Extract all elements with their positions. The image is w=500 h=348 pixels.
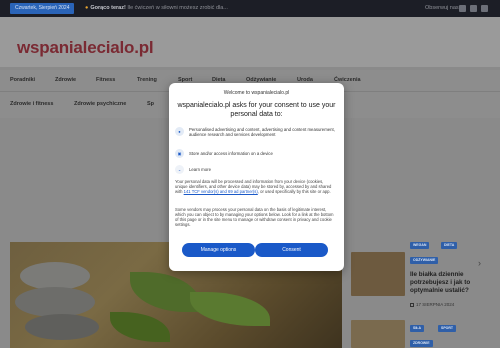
leaf-shape <box>110 312 170 342</box>
stone-shape <box>20 262 90 290</box>
article-title[interactable]: Ile białka dziennie potrzebujesz i jak t… <box>410 271 490 295</box>
tag-odzywianie[interactable]: ODŻYWIANIE <box>410 257 439 264</box>
consent-button[interactable]: Consent <box>255 243 328 257</box>
tag-sport[interactable]: SPORT <box>438 325 457 332</box>
consent-site-name: Welcome to wspanialecialo.pl <box>223 90 290 96</box>
para-text: , or used specifically by this site or a… <box>257 189 331 194</box>
consent-paragraph: Your personal data will be processed and… <box>175 179 337 194</box>
site-logo[interactable]: wspanialecialo.pl <box>17 38 154 58</box>
stone-shape <box>25 314 99 340</box>
tag-dieta[interactable]: DIETA <box>441 242 458 249</box>
article-date: 17 SIERPNIA 2024 <box>410 302 454 307</box>
consent-paragraph: Some vendors may process your personal d… <box>175 207 334 227</box>
consent-heading: wspanialecialo.pl asks for your consent … <box>177 102 336 118</box>
youtube-icon[interactable] <box>481 5 488 12</box>
purpose-text: Store and/or access information on a dev… <box>189 151 273 156</box>
twitter-icon[interactable] <box>470 5 477 12</box>
ticker-label: Gorąco teraz! <box>90 5 126 11</box>
tag-zdrowie[interactable]: ZDROWIE <box>410 340 433 347</box>
stone-shape <box>15 287 95 317</box>
nav-item-zdrowie-i-fitness[interactable]: Zdrowie i fitness <box>10 101 53 107</box>
tag-sila[interactable]: SIŁA <box>410 325 424 332</box>
learn-more-label: Learn more <box>189 167 211 172</box>
nav-item-fitness[interactable]: Fitness <box>96 77 115 83</box>
article-thumbnail[interactable] <box>351 252 405 296</box>
purpose-text: Personalised advertising and content, ad… <box>189 127 335 138</box>
device-icon: ▣ <box>175 149 184 158</box>
nav-item-zdrowie-psychiczne[interactable]: Zdrowie psychiczne <box>74 101 126 107</box>
dot-icon: ● <box>85 5 89 11</box>
consent-dialog: Welcome to wspanialecialo.pl wspanialeci… <box>169 83 344 271</box>
chevron-right-icon[interactable]: › <box>478 258 481 268</box>
vendors-link[interactable]: 141 TCF vendor(s) and 69 ad partner(s) <box>184 189 258 194</box>
calendar-icon <box>410 302 414 307</box>
chevron-down-icon: ⌄ <box>175 165 184 174</box>
nav-item-poradniki[interactable]: Poradniki <box>10 77 35 83</box>
article-thumbnail[interactable] <box>351 320 405 348</box>
nav-item-trening[interactable]: Trening <box>137 77 157 83</box>
date-badge: Czwartek, Sierpień 2024 <box>10 3 75 14</box>
ticker-headline[interactable]: Ile ćwiczeń w siłowni możesz zrobić dla.… <box>127 5 228 11</box>
facebook-icon[interactable] <box>459 5 466 12</box>
nav-item-zdrowie[interactable]: Zdrowie <box>55 77 76 83</box>
follow-label: Obserwuj nas <box>425 5 459 11</box>
nav-item-sport-partial[interactable]: Sp <box>147 101 154 107</box>
top-bar: Czwartek, Sierpień 2024 ● Gorąco teraz! I… <box>0 0 500 17</box>
news-ticker[interactable]: ● Gorąco teraz! Ile ćwiczeń w siłowni moż… <box>85 3 228 14</box>
tag-wegan[interactable]: WEGAN <box>410 242 430 249</box>
article-date-text: 17 SIERPNIA 2024 <box>416 302 455 307</box>
leaf-shape <box>190 292 270 326</box>
manage-options-button[interactable]: Manage options <box>182 243 255 257</box>
person-icon: ● <box>175 127 184 136</box>
